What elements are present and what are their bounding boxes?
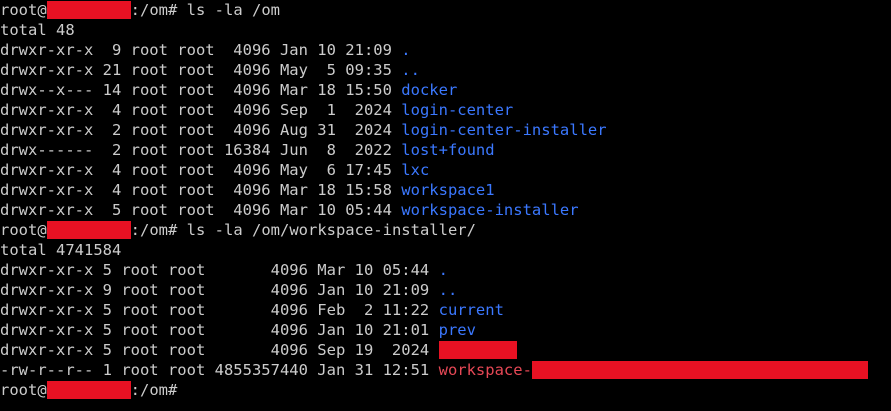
entry-name: ..	[438, 281, 458, 299]
entry-meta: drwxr-xr-x 5 root root 4096 Mar 10 05:44	[0, 261, 439, 279]
redacted-entry-name	[438, 341, 517, 359]
entry-name: current	[438, 301, 504, 319]
listing-row: drwxr-xr-x 5 root root 4096 Mar 10 05:44…	[0, 260, 891, 280]
entry-meta: drwxr-xr-x 5 root root 4096 Sep 19 2024	[0, 341, 439, 359]
listing-row: drwxr-xr-x 4 root root 4096 Mar 18 15:58…	[0, 180, 891, 200]
entry-meta: drwxr-xr-x 5 root root 4096 Feb 2 11:22	[0, 301, 439, 319]
redacted-filename-suffix	[531, 361, 868, 379]
entry-meta: drwxr-xr-x 9 root root 4096 Jan 10 21:09	[0, 281, 439, 299]
redacted-hostname	[46, 221, 131, 239]
redacted-hostname	[46, 1, 131, 19]
listing-row: drwx--x--- 14 root root 4096 Mar 18 15:5…	[0, 80, 891, 100]
command-text: ls -la /om/workspace-installer/	[186, 221, 476, 239]
prompt-line: root@ :/om# ls -la /om	[0, 0, 891, 20]
prompt-suffix: :/om#	[130, 1, 187, 19]
terminal-window[interactable]: root@ :/om# ls -la /om total 48 drwxr-xr-…	[0, 0, 891, 411]
entry-meta: drwxr-xr-x 4 root root 4096 May 6 17:45	[0, 161, 402, 179]
prompt-user: root@	[0, 1, 47, 19]
entry-name: ..	[401, 61, 420, 79]
entry-meta: drwx------ 2 root root 16384 Jun 8 2022	[0, 141, 402, 159]
prompt-line[interactable]: root@ :/om#	[0, 380, 891, 400]
entry-name: workspace1	[401, 181, 495, 199]
entry-name: login-center	[401, 101, 514, 119]
entry-meta: drwxr-xr-x 2 root root 4096 Aug 31 2024	[0, 121, 402, 139]
entry-meta: drwxr-xr-x 9 root root 4096 Jan 10 21:09	[0, 41, 402, 59]
listing-row: drwxr-xr-x 5 root root 4096 Jan 10 21:01…	[0, 320, 891, 340]
total-line: total 48	[0, 21, 75, 39]
listing-row: drwxr-xr-x 4 root root 4096 Sep 1 2024 l…	[0, 100, 891, 120]
entry-meta: drwx--x--- 14 root root 4096 Mar 18 15:5…	[0, 81, 402, 99]
command-text: ls -la /om	[186, 1, 280, 19]
entry-name: workspace-	[438, 361, 532, 379]
prompt-user: root@	[0, 381, 47, 399]
listing-row: drwxr-xr-x 5 root root 4096 Sep 19 2024	[0, 340, 891, 360]
entry-name: login-center-installer	[401, 121, 607, 139]
total-line: total 4741584	[0, 241, 122, 259]
entry-name: .	[438, 261, 448, 279]
entry-name: .	[401, 41, 411, 59]
prompt-line: root@ :/om# ls -la /om/workspace-installe…	[0, 220, 891, 240]
entry-name: workspace-installer	[401, 201, 579, 219]
listing-row: drwxr-xr-x 5 root root 4096 Mar 10 05:44…	[0, 200, 891, 220]
entry-meta: drwxr-xr-x 4 root root 4096 Sep 1 2024	[0, 101, 402, 119]
listing-row: drwx------ 2 root root 16384 Jun 8 2022 …	[0, 140, 891, 160]
listing-row: drwxr-xr-x 2 root root 4096 Aug 31 2024 …	[0, 120, 891, 140]
redacted-hostname	[46, 381, 131, 399]
entry-name: lost+found	[401, 141, 495, 159]
listing-row: drwxr-xr-x 5 root root 4096 Feb 2 11:22 …	[0, 300, 891, 320]
entry-meta: drwxr-xr-x 5 root root 4096 Mar 10 05:44	[0, 201, 402, 219]
entry-name: docker	[401, 81, 458, 99]
prompt-suffix: :/om#	[130, 221, 187, 239]
prompt-user: root@	[0, 221, 47, 239]
prompt-suffix: :/om#	[130, 381, 187, 399]
entry-meta: drwxr-xr-x 5 root root 4096 Jan 10 21:01	[0, 321, 439, 339]
listing-row: drwxr-xr-x 9 root root 4096 Jan 10 21:09…	[0, 280, 891, 300]
listing-row: drwxr-xr-x 9 root root 4096 Jan 10 21:09…	[0, 40, 891, 60]
entry-name: lxc	[401, 161, 430, 179]
entry-name: prev	[438, 321, 476, 339]
listing-row: drwxr-xr-x 4 root root 4096 May 6 17:45 …	[0, 160, 891, 180]
entry-meta: drwxr-xr-x 21 root root 4096 May 5 09:35	[0, 61, 402, 79]
listing-row: -rw-r--r-- 1 root root 4855357440 Jan 31…	[0, 360, 891, 380]
entry-meta: -rw-r--r-- 1 root root 4855357440 Jan 31…	[0, 361, 439, 379]
entry-meta: drwxr-xr-x 4 root root 4096 Mar 18 15:58	[0, 181, 402, 199]
listing-row: drwxr-xr-x 21 root root 4096 May 5 09:35…	[0, 60, 891, 80]
